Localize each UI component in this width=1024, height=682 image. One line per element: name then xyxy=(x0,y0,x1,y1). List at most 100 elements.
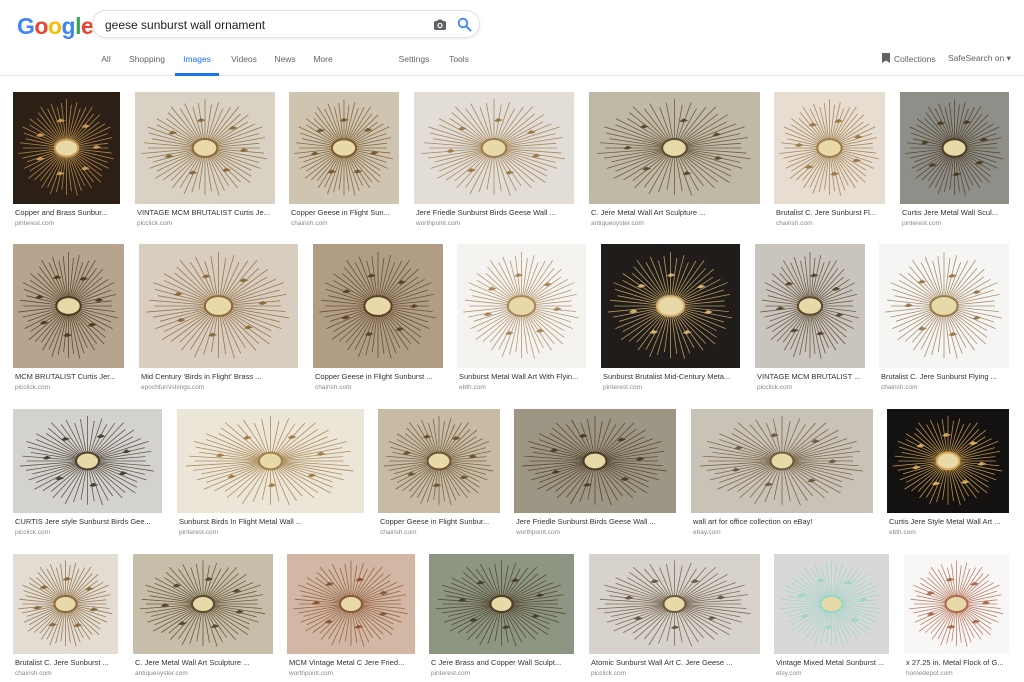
result-title[interactable]: Copper Geese in Flight Sunbur... xyxy=(380,517,500,526)
result-title[interactable]: C. Jere Metal Wall Art Sculpture ... xyxy=(591,208,760,217)
result-title[interactable]: Curtis Jere Style Metal Wall Art ... xyxy=(889,517,1009,526)
result-thumbnail[interactable] xyxy=(414,92,574,204)
sunburst-thumbnail-graphic xyxy=(887,409,1009,513)
result-thumbnail[interactable] xyxy=(289,92,399,204)
result-thumbnail[interactable] xyxy=(589,92,760,204)
image-result[interactable]: VINTAGE MCM BRUTALIST ... picclick.com xyxy=(755,244,865,394)
image-result[interactable]: wall art for office collection on eBay! e… xyxy=(691,409,873,539)
image-result[interactable]: MCM BRUTALIST Curtis Jer... picclick.com xyxy=(13,244,124,394)
result-thumbnail[interactable] xyxy=(904,554,1009,654)
result-thumbnail[interactable] xyxy=(900,92,1009,204)
result-thumbnail[interactable] xyxy=(133,554,273,654)
tab-news[interactable]: News xyxy=(271,52,299,76)
result-thumbnail[interactable] xyxy=(378,409,500,513)
result-title[interactable]: Curtis Jere Metal Wall Scul... xyxy=(902,208,1009,217)
tab-shopping[interactable]: Shopping xyxy=(126,52,168,76)
result-title[interactable]: Copper and Brass Sunbur... xyxy=(15,208,120,217)
result-title[interactable]: VINTAGE MCM BRUTALIST Curtis Je... xyxy=(137,208,275,217)
result-title[interactable]: Jere Friedle Sunburst Birds Geese Wall .… xyxy=(416,208,574,217)
result-thumbnail[interactable] xyxy=(13,92,120,204)
tab-settings[interactable]: Settings xyxy=(395,52,433,76)
result-title[interactable]: Brutalist C. Jere Sunburst ... xyxy=(15,658,118,667)
result-title[interactable]: Vintage Mixed Metal Sunburst ... xyxy=(776,658,889,667)
image-result[interactable]: Copper Geese in Flight Sunbur... chairish… xyxy=(378,409,500,539)
image-result[interactable]: x 27.25 in. Metal Flock of G... homedepot… xyxy=(904,554,1009,680)
result-title[interactable]: Sunburst Brutalist Mid-Century Meta... xyxy=(603,372,740,381)
image-result[interactable]: Sunburst Brutalist Mid-Century Meta... pi… xyxy=(601,244,740,394)
result-title[interactable]: Mid Century 'Birds in Flight' Brass ... xyxy=(141,372,298,381)
image-result[interactable]: Brutalist C. Jere Sunburst ... chairish.c… xyxy=(13,554,118,680)
sunburst-thumbnail-graphic xyxy=(313,244,443,368)
result-thumbnail[interactable] xyxy=(879,244,1009,368)
image-result[interactable]: Curtis Jere Style Metal Wall Art ... ebth… xyxy=(887,409,1009,539)
image-result[interactable]: Curtis Jere Metal Wall Scul... pinterest.… xyxy=(900,92,1009,230)
result-title[interactable]: C. Jere Metal Wall Art Sculpture ... xyxy=(135,658,273,667)
result-title[interactable]: Copper Geese in Flight Sunburst ... xyxy=(315,372,443,381)
result-title[interactable]: MCM Vintage Metal C Jere Fried... xyxy=(289,658,415,667)
result-thumbnail[interactable] xyxy=(774,92,885,204)
tab-all[interactable]: All xyxy=(96,52,116,76)
result-thumbnail[interactable] xyxy=(313,244,443,368)
image-result[interactable]: Sunburst Metal Wall Art With Flyin... ebt… xyxy=(457,244,586,394)
image-result[interactable]: Brutalist C. Jere Sunburst Flying ... cha… xyxy=(879,244,1009,394)
result-title[interactable]: C Jere Brass and Copper Wall Sculpt... xyxy=(431,658,574,667)
collections-link[interactable]: Collections xyxy=(882,53,936,64)
result-thumbnail[interactable] xyxy=(429,554,574,654)
image-result[interactable]: Copper Geese in Flight Sun... chairish.co… xyxy=(289,92,399,230)
result-thumbnail[interactable] xyxy=(589,554,760,654)
result-title[interactable]: Brutalist C. Jere Sunburst Flying ... xyxy=(881,372,1009,381)
tab-videos[interactable]: Videos xyxy=(228,52,260,76)
result-thumbnail[interactable] xyxy=(691,409,873,513)
result-thumbnail[interactable] xyxy=(755,244,865,368)
tab-more[interactable]: More xyxy=(309,52,337,76)
image-result[interactable]: Brutalist C. Jere Sunburst Fl... chairish… xyxy=(774,92,885,230)
result-title[interactable]: Atomic Sunburst Wall Art C. Jere Geese .… xyxy=(591,658,760,667)
result-title[interactable]: wall art for office collection on eBay! xyxy=(693,517,873,526)
result-thumbnail[interactable] xyxy=(887,409,1009,513)
result-title[interactable]: CURTIS Jere style Sunburst Birds Gee... xyxy=(15,517,162,526)
result-title[interactable]: Sunburst Birds In Flight Metal Wall ... xyxy=(179,517,364,526)
google-logo[interactable]: Google xyxy=(17,13,94,40)
sunburst-thumbnail-graphic xyxy=(13,554,118,654)
result-thumbnail[interactable] xyxy=(139,244,298,368)
image-result[interactable]: C Jere Brass and Copper Wall Sculpt... pi… xyxy=(429,554,574,680)
safesearch-toggle[interactable]: SafeSearch on ▾ xyxy=(948,53,1011,64)
sunburst-thumbnail-graphic xyxy=(135,92,275,204)
search-input[interactable] xyxy=(105,16,425,34)
result-thumbnail[interactable] xyxy=(287,554,415,654)
result-thumbnail[interactable] xyxy=(135,92,275,204)
result-thumbnail[interactable] xyxy=(13,409,162,513)
image-result[interactable]: Copper Geese in Flight Sunburst ... chair… xyxy=(313,244,443,394)
image-result[interactable]: Vintage Mixed Metal Sunburst ... etsy.com xyxy=(774,554,889,680)
search-icon[interactable] xyxy=(457,17,472,32)
result-title[interactable]: Brutalist C. Jere Sunburst Fl... xyxy=(776,208,885,217)
image-result[interactable]: Jere Friedle Sunburst Birds Geese Wall .… xyxy=(514,409,676,539)
tab-tools[interactable]: Tools xyxy=(446,52,472,76)
result-thumbnail[interactable] xyxy=(457,244,586,368)
camera-icon[interactable] xyxy=(433,18,447,32)
image-result[interactable]: Mid Century 'Birds in Flight' Brass ... e… xyxy=(139,244,298,394)
image-result[interactable]: CURTIS Jere style Sunburst Birds Gee... p… xyxy=(13,409,162,539)
result-thumbnail[interactable] xyxy=(13,244,124,368)
result-thumbnail[interactable] xyxy=(774,554,889,654)
result-thumbnail[interactable] xyxy=(177,409,364,513)
image-result[interactable]: Sunburst Birds In Flight Metal Wall ... p… xyxy=(177,409,364,539)
result-title[interactable]: Copper Geese in Flight Sun... xyxy=(291,208,399,217)
result-title[interactable]: Sunburst Metal Wall Art With Flyin... xyxy=(459,372,586,381)
tab-images[interactable]: Images xyxy=(175,52,219,76)
image-result[interactable]: C. Jere Metal Wall Art Sculpture ... anti… xyxy=(133,554,273,680)
image-result[interactable]: Jere Friedle Sunburst Birds Geese Wall .… xyxy=(414,92,574,230)
result-thumbnail[interactable] xyxy=(601,244,740,368)
result-title[interactable]: Jere Friedle Sunburst Birds Geese Wall .… xyxy=(516,517,676,526)
result-title[interactable]: x 27.25 in. Metal Flock of G... xyxy=(906,658,1009,667)
result-title[interactable]: VINTAGE MCM BRUTALIST ... xyxy=(757,372,865,381)
image-result[interactable]: VINTAGE MCM BRUTALIST Curtis Je... piccli… xyxy=(135,92,275,230)
image-result[interactable]: Atomic Sunburst Wall Art C. Jere Geese .… xyxy=(589,554,760,680)
image-result[interactable]: MCM Vintage Metal C Jere Fried... worthpo… xyxy=(287,554,415,680)
result-title[interactable]: MCM BRUTALIST Curtis Jer... xyxy=(15,372,124,381)
image-result[interactable]: C. Jere Metal Wall Art Sculpture ... anti… xyxy=(589,92,760,230)
result-thumbnail[interactable] xyxy=(514,409,676,513)
result-thumbnail[interactable] xyxy=(13,554,118,654)
image-result[interactable]: Copper and Brass Sunbur... pinterest.com xyxy=(13,92,120,230)
result-source: pinterest.com xyxy=(15,220,55,227)
